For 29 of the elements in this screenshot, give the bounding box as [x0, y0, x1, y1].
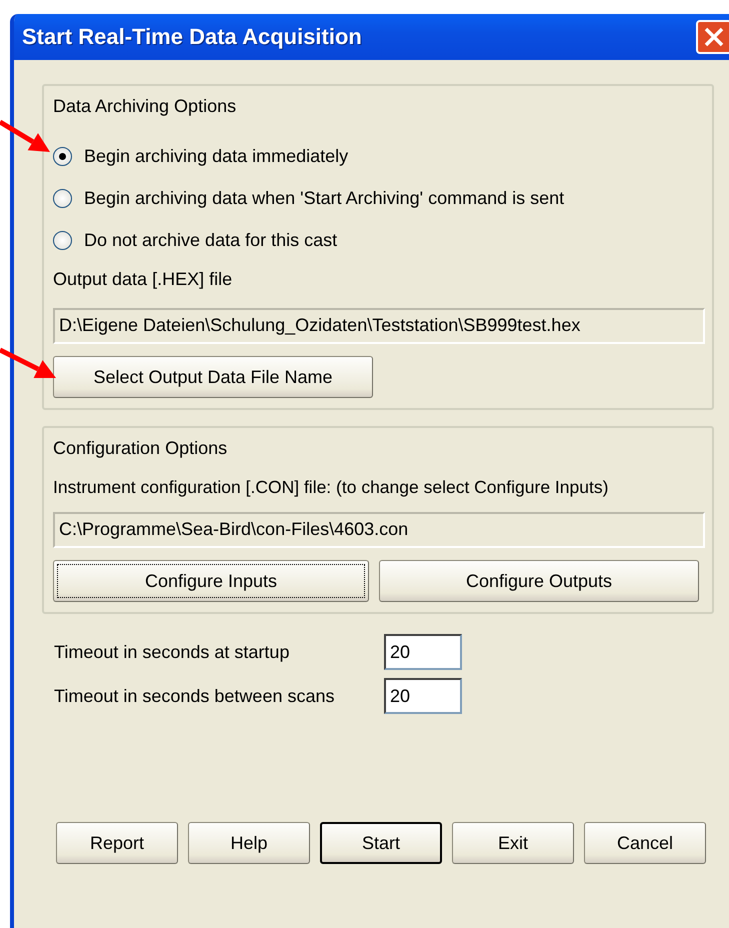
- path-field[interactable]: D:\Eigene Dateien\Schulung_Ozidaten\Teststation\SB999test.hex: [53, 308, 705, 344]
- radio-option[interactable]: Begin archiving data immediately: [53, 135, 704, 177]
- dialog-button[interactable]: Report: [56, 822, 178, 864]
- window-title: Start Real-Time Data Acquisition: [22, 24, 362, 50]
- timeout-label: Timeout in seconds at startup: [54, 642, 290, 662]
- configure-button[interactable]: Configure Outputs: [379, 560, 699, 602]
- field-label: Instrument configuration [.CON] file: (to change select Configure Inputs): [53, 477, 610, 498]
- radio-button[interactable]: [53, 188, 72, 208]
- configure-button[interactable]: Configure Inputs: [53, 560, 369, 602]
- close-button[interactable]: [696, 20, 729, 54]
- timeout-field[interactable]: 20: [384, 634, 462, 670]
- annotation-arrow: [0, 120, 50, 152]
- dialog-button[interactable]: Help: [188, 822, 310, 864]
- group-title: Data Archiving Options: [53, 96, 238, 117]
- annotation-arrow: [0, 348, 56, 378]
- field-label: Output data [.HEX] file: [53, 269, 234, 290]
- radio-button[interactable]: [53, 146, 72, 166]
- radio-option[interactable]: Begin archiving data when 'Start Archiving' command is sent: [53, 177, 704, 219]
- radio-option[interactable]: Do not archive data for this cast: [53, 219, 704, 261]
- dialog-button[interactable]: Start: [320, 822, 442, 864]
- close-icon: [703, 26, 725, 48]
- radio-button[interactable]: [53, 230, 72, 250]
- group-title: Configuration Options: [53, 438, 228, 459]
- dialog-button[interactable]: Cancel: [584, 822, 706, 864]
- select-file-button[interactable]: Select Output Data File Name: [53, 356, 373, 398]
- timeout-field[interactable]: 20: [384, 678, 462, 714]
- path-field[interactable]: C:\Programme\Sea-Bird\con-Files\4603.con: [53, 512, 705, 548]
- timeout-label: Timeout in seconds between scans: [54, 686, 336, 706]
- dialog-button[interactable]: Exit: [452, 822, 574, 864]
